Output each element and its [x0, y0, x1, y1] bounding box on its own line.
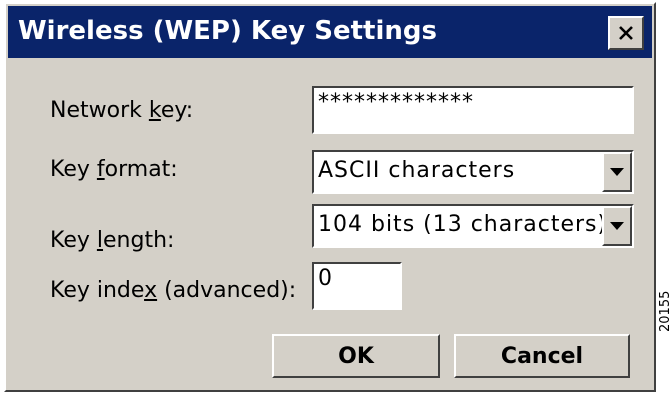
key-format-label: Key format:	[50, 157, 178, 182]
cancel-button[interactable]: Cancel	[454, 334, 630, 378]
key-format-select[interactable]: ASCII characters	[312, 150, 634, 194]
key-length-select[interactable]: 104 bits (13 characters)	[312, 204, 634, 248]
close-icon	[619, 26, 633, 40]
network-key-value: *************	[318, 90, 474, 115]
network-key-input[interactable]: *************	[312, 86, 634, 134]
title-bar: Wireless (WEP) Key Settings	[8, 6, 652, 58]
key-length-value: 104 bits (13 characters)	[318, 212, 608, 237]
key-index-label: Key index (advanced):	[50, 278, 297, 303]
network-key-label: Network key:	[50, 98, 194, 123]
close-button[interactable]	[608, 16, 644, 50]
chevron-down-icon	[610, 221, 624, 230]
wep-key-settings-dialog: Wireless (WEP) Key Settings Network key:…	[4, 2, 656, 392]
key-length-label: Key length:	[50, 228, 175, 253]
key-index-value: 0	[318, 266, 333, 291]
key-format-value: ASCII characters	[318, 158, 516, 183]
chevron-down-icon	[610, 167, 624, 176]
key-length-dropdown-button[interactable]	[602, 206, 632, 246]
ok-button[interactable]: OK	[272, 334, 440, 378]
figure-id: 20155	[658, 290, 672, 332]
dialog-title: Wireless (WEP) Key Settings	[18, 16, 437, 46]
key-index-input[interactable]: 0	[312, 262, 402, 310]
key-format-dropdown-button[interactable]	[602, 152, 632, 192]
